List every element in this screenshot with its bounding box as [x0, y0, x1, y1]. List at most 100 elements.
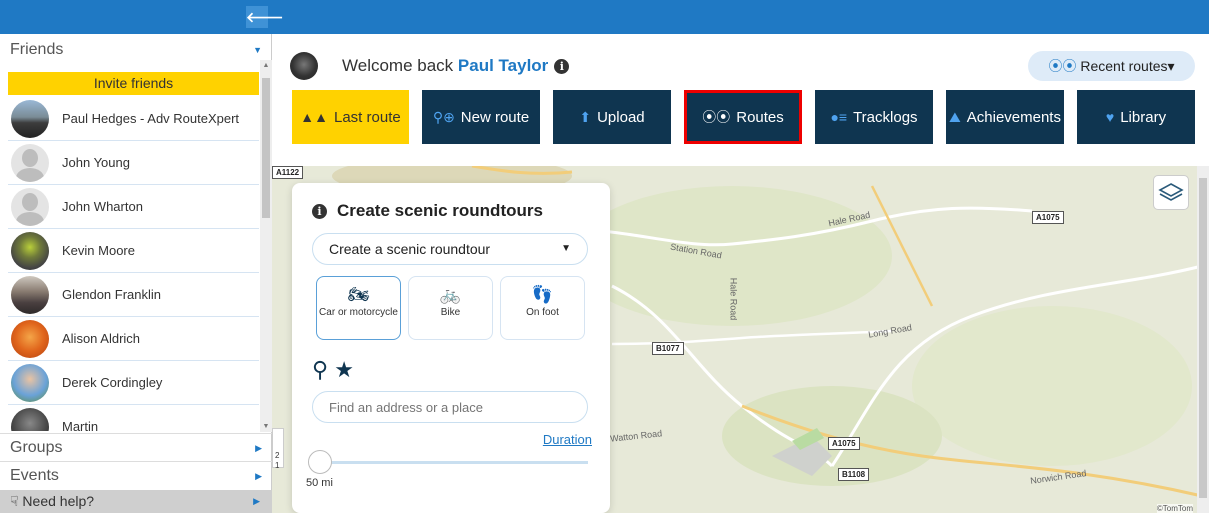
location-pin-icon[interactable]: ⚲	[312, 357, 328, 382]
map-scrollbar[interactable]	[1197, 166, 1209, 513]
sidebar: Friends ▼ Invite friends Paul Hedges - A…	[0, 34, 272, 513]
info-icon[interactable]: i	[312, 204, 327, 219]
scroll-up-arrow-icon[interactable]: ▲	[260, 62, 272, 69]
friend-name: Alison Aldrich	[62, 331, 141, 346]
friend-item[interactable]: Glendon Franklin	[8, 273, 259, 317]
recent-routes-button[interactable]: ⦿⦿ Recent routes▾	[1028, 51, 1195, 81]
tracklogs-button[interactable]: ●≡ Tracklogs	[815, 90, 933, 144]
library-label: Library	[1120, 108, 1167, 126]
mountains-icon: ▲▲	[300, 109, 328, 125]
scrollbar-thumb[interactable]	[262, 78, 270, 218]
tracklog-icon: ●≡	[830, 109, 848, 125]
routes-pins-icon: ⦿⦿	[1048, 58, 1077, 74]
friend-name: John Young	[62, 155, 130, 170]
upload-icon: ⬆	[579, 108, 592, 125]
friend-name: Martin	[62, 419, 99, 431]
distance-slider-handle[interactable]	[308, 450, 332, 474]
upload-button[interactable]: ⬆ Upload	[553, 90, 671, 144]
friend-name: Kevin Moore	[62, 243, 135, 258]
tracklogs-label: Tracklogs	[853, 108, 918, 126]
mode-label: Bike	[440, 307, 461, 318]
road-label: Hale Road	[728, 277, 739, 321]
friend-item[interactable]: Alison Aldrich	[8, 317, 259, 361]
start-options: ⚲ ★	[312, 357, 354, 383]
panel-title-text: Create scenic roundtours	[337, 201, 543, 220]
road-badge: A1075	[1032, 211, 1064, 224]
friend-name: Glendon Franklin	[62, 287, 161, 302]
friends-section-header[interactable]: Friends ▼	[0, 36, 272, 64]
road-badge: A1075	[828, 437, 860, 450]
pin-plus-icon: ⚲⊕	[432, 108, 455, 125]
friend-avatar	[11, 275, 49, 314]
friend-item[interactable]: Paul Hedges - Adv RouteXpert	[8, 97, 259, 141]
groups-label: Groups	[10, 439, 63, 456]
heart-pin-icon: ♥	[1105, 109, 1115, 125]
chevron-right-icon: ▶	[255, 471, 262, 481]
library-button[interactable]: ♥ Library	[1077, 90, 1195, 144]
achievements-button[interactable]: ⛰ Achievements	[946, 90, 1064, 144]
user-avatar[interactable]	[290, 52, 318, 80]
map-layers-button[interactable]	[1153, 175, 1189, 210]
bicycle-icon: 🚲	[439, 285, 462, 304]
invite-friends-button[interactable]: Invite friends	[8, 72, 259, 95]
friend-list-scrollbar[interactable]: ▲ ▼	[260, 60, 272, 432]
new-route-button[interactable]: ⚲⊕ New route	[422, 90, 540, 144]
friend-list: Paul Hedges - Adv RouteXpert John Young …	[8, 97, 259, 431]
last-route-button[interactable]: ▲▲ Last route	[292, 90, 409, 144]
friend-item[interactable]: Martin	[8, 405, 259, 431]
panel-title: i Create scenic roundtours	[312, 201, 543, 221]
scroll-down-arrow-icon[interactable]: ▼	[260, 423, 272, 430]
caret-down-icon: ▼	[561, 243, 571, 254]
welcome-text: Welcome back	[342, 56, 454, 75]
achievements-label: Achievements	[966, 108, 1061, 126]
recent-routes-label: Recent routes▾	[1080, 58, 1175, 74]
roundtour-type-select[interactable]: Create a scenic roundtour ▼	[312, 233, 588, 265]
groups-section-header[interactable]: Groups ▶	[0, 433, 272, 461]
road-badge: B1108	[838, 468, 870, 481]
friend-avatar-placeholder	[11, 143, 49, 182]
need-help-label: Need help?	[22, 493, 95, 509]
mountain-flag-icon: ⛰	[949, 108, 961, 125]
mode-car-motorcycle[interactable]: 🏍 Car or motorcycle	[316, 276, 401, 340]
need-help-button[interactable]: ☟ Need help? ▶	[0, 490, 272, 513]
welcome-message: Welcome back Paul Taylor i	[342, 56, 570, 76]
friend-item[interactable]: Derek Cordingley	[8, 361, 259, 405]
friend-item[interactable]: John Young	[8, 141, 259, 185]
routes-pins-icon: ⦿⦿	[702, 109, 731, 125]
duration-link[interactable]: Duration	[543, 432, 592, 447]
friends-header-label: Friends	[10, 41, 64, 58]
star-icon[interactable]: ★	[334, 357, 354, 382]
road-badge-a1122: A1122	[272, 166, 304, 179]
scale-label: 2	[275, 451, 280, 460]
map-scale: 2 1	[272, 428, 284, 470]
address-search-input[interactable]	[312, 391, 588, 423]
friend-item[interactable]: John Wharton	[8, 185, 259, 229]
friend-avatar	[11, 363, 49, 402]
events-label: Events	[10, 467, 59, 484]
info-icon[interactable]: i	[554, 59, 570, 74]
scrollbar-thumb[interactable]	[1199, 178, 1207, 498]
events-section-header[interactable]: Events ▶	[0, 461, 272, 489]
map-view[interactable]: A1122 Hale Road A1075 Station Road Hale …	[272, 166, 1209, 513]
top-bar: 🡐	[0, 0, 1209, 34]
distance-slider-track[interactable]	[320, 461, 588, 464]
mode-bike[interactable]: 🚲 Bike	[408, 276, 493, 340]
upload-label: Upload	[597, 108, 645, 126]
collapse-sidebar-arrow-icon[interactable]: 🡐	[246, 6, 284, 28]
road-badge: B1077	[652, 342, 684, 355]
friend-avatar	[11, 99, 49, 138]
mode-label: Car or motorcycle	[319, 307, 398, 318]
friend-avatar-placeholder	[11, 187, 49, 226]
friend-name: John Wharton	[62, 199, 143, 214]
friend-item[interactable]: Kevin Moore	[8, 229, 259, 273]
routes-button[interactable]: ⦿⦿ Routes	[684, 90, 802, 144]
friend-avatar	[11, 231, 49, 270]
motorcycle-icon: 🏍	[347, 285, 370, 304]
map-credit: ©TomTom	[1156, 504, 1193, 513]
last-route-label: Last route	[334, 108, 401, 126]
mode-on-foot[interactable]: 👣 On foot	[500, 276, 585, 340]
footprints-icon: 👣	[531, 285, 554, 304]
chevron-right-icon: ▶	[253, 496, 260, 506]
welcome-area: Welcome back Paul Taylor i ⦿⦿ Recent rout…	[272, 34, 1209, 166]
user-name-link[interactable]: Paul Taylor	[458, 56, 548, 75]
